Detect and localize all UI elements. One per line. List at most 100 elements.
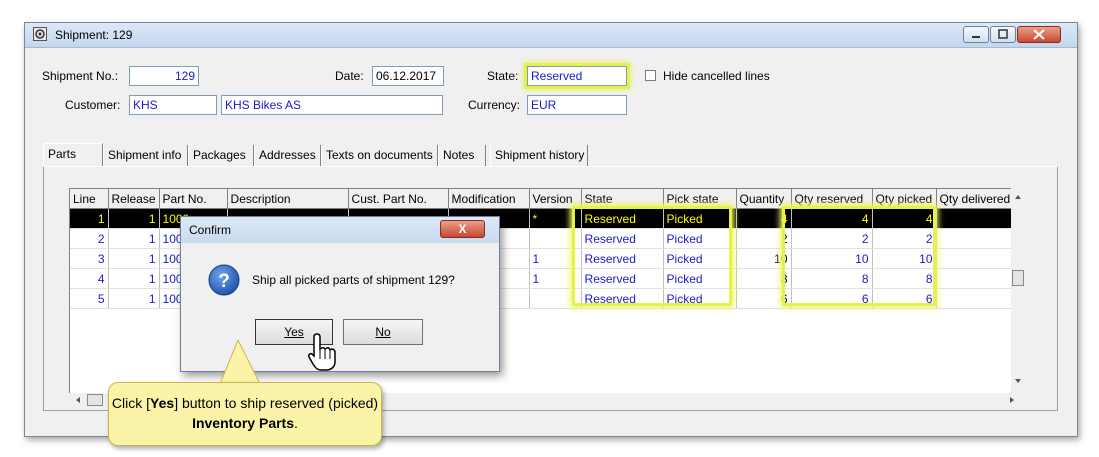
cell-line[interactable]: 1 bbox=[70, 208, 109, 229]
state-label: State: bbox=[487, 69, 519, 83]
customer-code-field[interactable]: KHS bbox=[129, 95, 217, 115]
callout-text-3: . bbox=[294, 415, 298, 431]
hide-cancelled-label: Hide cancelled lines bbox=[663, 69, 770, 83]
col-header-line[interactable]: Line bbox=[70, 189, 109, 209]
cell-qty[interactable]: 2 bbox=[736, 228, 792, 249]
cell-empty[interactable] bbox=[936, 228, 1015, 249]
hand-cursor-icon bbox=[308, 333, 336, 371]
callout-text-1: Click [ bbox=[111, 395, 151, 411]
tab-shipment-history[interactable]: Shipment history bbox=[490, 145, 588, 167]
cell-pick[interactable]: Picked bbox=[663, 288, 737, 309]
cell-release[interactable]: 1 bbox=[108, 248, 160, 269]
dialog-close-button[interactable]: X bbox=[440, 220, 485, 238]
no-button[interactable]: No bbox=[343, 319, 423, 345]
col-header-qty-reserved[interactable]: Qty reserved bbox=[791, 189, 873, 209]
cell-reserved[interactable]: 6 bbox=[791, 288, 873, 309]
col-header-part-no[interactable]: Part No. bbox=[159, 189, 228, 209]
shipment-no-field[interactable]: 129 bbox=[129, 66, 199, 86]
tab-shipment-info[interactable]: Shipment info bbox=[103, 145, 188, 167]
close-button[interactable] bbox=[1017, 26, 1061, 43]
customer-name-field[interactable]: KHS Bikes AS bbox=[221, 95, 443, 115]
title-bar: Shipment: 129 bbox=[25, 23, 1077, 48]
cell-empty bbox=[108, 348, 160, 369]
cell-empty[interactable] bbox=[936, 248, 1015, 269]
minimize-icon bbox=[972, 36, 980, 38]
cell-pick[interactable]: Picked bbox=[663, 228, 737, 249]
cell-version[interactable]: 1 bbox=[529, 268, 582, 289]
cell-reserved[interactable]: 8 bbox=[791, 268, 873, 289]
question-icon: ? bbox=[208, 264, 240, 296]
cell-empty bbox=[70, 328, 109, 349]
cell-picked[interactable]: 2 bbox=[872, 228, 937, 249]
cell-release[interactable]: 1 bbox=[108, 228, 160, 249]
cell-pick[interactable]: Picked bbox=[663, 268, 737, 289]
cell-release[interactable]: 1 bbox=[108, 208, 160, 229]
cell-release[interactable]: 1 bbox=[108, 268, 160, 289]
tab-parts[interactable]: Parts bbox=[43, 143, 103, 167]
cell-picked[interactable]: 8 bbox=[872, 268, 937, 289]
cell-qty[interactable]: 6 bbox=[736, 288, 792, 309]
cell-reserved[interactable]: 10 bbox=[791, 248, 873, 269]
col-header-quantity[interactable]: Quantity bbox=[736, 189, 792, 209]
tab-packages[interactable]: Packages bbox=[188, 145, 254, 167]
cell-version[interactable]: 1 bbox=[529, 248, 582, 269]
cell-empty bbox=[936, 328, 1015, 349]
cell-release[interactable]: 1 bbox=[108, 288, 160, 309]
cell-qty[interactable]: 8 bbox=[736, 268, 792, 289]
cell-pick[interactable]: Picked bbox=[663, 208, 737, 229]
col-header-modification[interactable]: Modification bbox=[448, 189, 530, 209]
hscroll-thumb[interactable] bbox=[87, 394, 103, 406]
date-field[interactable]: 06.12.2017 bbox=[372, 66, 444, 86]
cell-picked[interactable]: 6 bbox=[872, 288, 937, 309]
date-label: Date: bbox=[335, 69, 364, 83]
dialog-title: Confirm bbox=[189, 223, 232, 237]
cell-picked[interactable]: 4 bbox=[872, 208, 937, 229]
cell-reserved[interactable]: 4 bbox=[791, 208, 873, 229]
cell-state[interactable]: Reserved bbox=[581, 208, 664, 229]
scroll-right-icon bbox=[1010, 397, 1014, 403]
cell-line[interactable]: 2 bbox=[70, 228, 109, 249]
cell-empty bbox=[736, 348, 792, 369]
cell-qty[interactable]: 10 bbox=[736, 248, 792, 269]
cell-empty bbox=[70, 348, 109, 369]
col-header-qty-delivered[interactable]: Qty delivered bbox=[936, 189, 1015, 209]
tab-addresses[interactable]: Addresses bbox=[254, 145, 321, 167]
cell-line[interactable]: 4 bbox=[70, 268, 109, 289]
tab-notes[interactable]: Notes bbox=[438, 145, 486, 167]
col-header-release[interactable]: Release bbox=[108, 189, 160, 209]
cell-empty[interactable] bbox=[936, 208, 1015, 229]
cell-picked[interactable]: 10 bbox=[872, 248, 937, 269]
cell-state[interactable]: Reserved bbox=[581, 248, 664, 269]
vertical-scrollbar[interactable] bbox=[1011, 188, 1025, 396]
cell-pick[interactable]: Picked bbox=[663, 248, 737, 269]
cell-version[interactable] bbox=[529, 228, 582, 249]
window-title: Shipment: 129 bbox=[55, 28, 133, 42]
scroll-thumb[interactable] bbox=[1012, 270, 1024, 286]
tab-texts-on-documents[interactable]: Texts on documents bbox=[321, 145, 438, 167]
minimize-button[interactable] bbox=[963, 26, 989, 43]
cell-version[interactable]: * bbox=[529, 208, 582, 229]
cell-empty bbox=[791, 328, 873, 349]
col-header-version[interactable]: Version bbox=[529, 189, 582, 209]
cell-line[interactable]: 3 bbox=[70, 248, 109, 269]
cell-state[interactable]: Reserved bbox=[581, 288, 664, 309]
cell-line[interactable]: 5 bbox=[70, 288, 109, 309]
cell-empty[interactable] bbox=[936, 268, 1015, 289]
cell-version[interactable] bbox=[529, 288, 582, 309]
col-header-description[interactable]: Description bbox=[227, 189, 349, 209]
cell-state[interactable]: Reserved bbox=[581, 228, 664, 249]
col-header-qty-picked[interactable]: Qty picked bbox=[872, 189, 937, 209]
cell-empty[interactable] bbox=[936, 288, 1015, 309]
cell-qty[interactable]: 4 bbox=[736, 208, 792, 229]
col-header-pick-state[interactable]: Pick state bbox=[663, 189, 737, 209]
cell-empty bbox=[108, 308, 160, 329]
cell-reserved[interactable]: 2 bbox=[791, 228, 873, 249]
hide-cancelled-checkbox[interactable] bbox=[645, 70, 656, 81]
col-header-cust-part-no[interactable]: Cust. Part No. bbox=[348, 189, 449, 209]
cell-empty bbox=[791, 348, 873, 369]
col-header-state[interactable]: State bbox=[581, 189, 664, 209]
cell-state[interactable]: Reserved bbox=[581, 268, 664, 289]
cell-empty bbox=[70, 368, 109, 389]
maximize-button[interactable] bbox=[990, 26, 1016, 43]
currency-field[interactable]: EUR bbox=[527, 95, 627, 115]
